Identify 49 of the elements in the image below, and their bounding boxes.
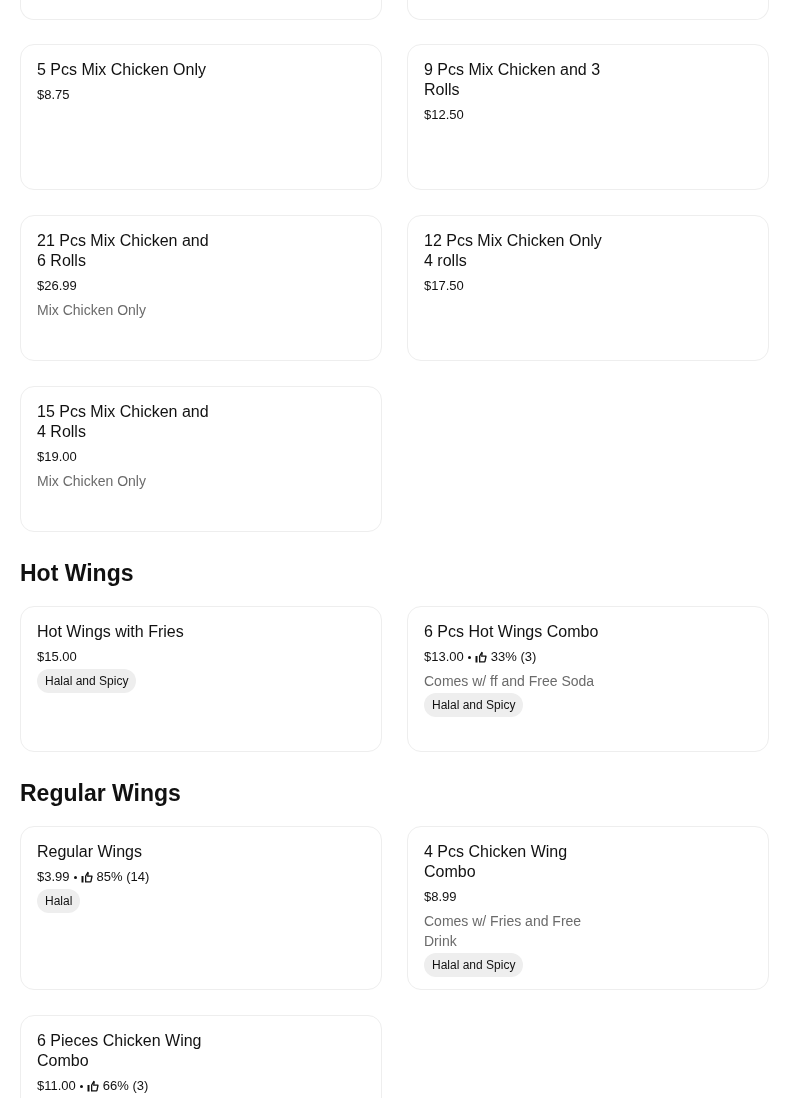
- menu-item-card[interactable]: 6 Pieces Chicken Wing Combo $11.00 66% (3): [20, 1015, 382, 1098]
- item-rating: 85% (14): [96, 868, 150, 886]
- separator-dot: [467, 655, 471, 659]
- item-name: 5 Pcs Mix Chicken Only: [37, 60, 207, 80]
- separator-dot: [73, 875, 77, 879]
- menu-item-card[interactable]: 4 Pcs Chicken Wing Combo $8.99 Comes w/ Fries and Free Drink Halal and Spicy: [407, 826, 769, 990]
- menu-item-card[interactable]: 9 Pcs Mix Chicken and 3 Rolls $12.50: [407, 44, 769, 190]
- item-name: 6 Pieces Chicken Wing Combo: [37, 1031, 203, 1071]
- separator-dot: [79, 1084, 83, 1088]
- dietary-tag: Halal and Spicy: [37, 669, 137, 693]
- dietary-tag: Halal and Spicy: [424, 693, 524, 717]
- thumbs-up-icon: [86, 1080, 99, 1092]
- item-description: Mix Chicken Only: [37, 301, 147, 320]
- item-name: 9 Pcs Mix Chicken and 3 Rolls: [424, 60, 602, 100]
- item-name: Regular Wings: [37, 842, 143, 862]
- item-price: $19.00: [37, 448, 77, 466]
- item-name: 6 Pcs Hot Wings Combo: [424, 622, 600, 642]
- dietary-tag: Halal: [37, 889, 81, 913]
- item-price: $12.50: [424, 106, 464, 124]
- item-price: $8.75: [37, 86, 70, 104]
- item-price: $13.00: [424, 648, 464, 666]
- thumbs-up-icon: [474, 651, 487, 663]
- item-description: Comes w/ Fries and Free Drink: [424, 912, 583, 951]
- item-price: $17.50: [424, 277, 464, 295]
- item-description: Comes w/ ff and Free Soda: [424, 672, 596, 691]
- menu-item-card[interactable]: 12 Pcs Mix Chicken Only 4 rolls $17.50: [407, 215, 769, 361]
- thumbs-up-icon: [80, 871, 93, 883]
- item-price: $11.00: [37, 1077, 76, 1095]
- menu-item-card[interactable]: 5 Pcs Mix Chicken Only $8.75: [20, 44, 382, 190]
- menu-item-card[interactable]: 21 Pcs Mix Chicken and 6 Rolls $26.99 Mix Chicken Only: [20, 215, 382, 361]
- item-price: $26.99: [37, 277, 77, 295]
- section-heading: Hot Wings: [20, 560, 135, 586]
- menu-item-card[interactable]: Regular Wings $3.99 85% (14) Halal: [20, 826, 382, 990]
- item-price: $8.99: [424, 888, 457, 906]
- item-name: 21 Pcs Mix Chicken and 6 Rolls: [37, 231, 210, 271]
- menu-item-card[interactable]: 15 Pcs Mix Chicken and 4 Rolls $19.00 Mix Chicken Only: [20, 386, 382, 532]
- item-name: 12 Pcs Mix Chicken Only 4 rolls: [424, 231, 603, 271]
- item-price: $15.00: [37, 648, 77, 666]
- item-name: Hot Wings with Fries: [37, 622, 185, 642]
- dietary-tag: Halal and Spicy: [424, 953, 524, 977]
- section-heading: Regular Wings: [20, 780, 182, 806]
- menu-item-card[interactable]: 6 Pcs Hot Wings Combo $13.00 33% (3) Comes w/ ff and Free Soda Halal and Spicy: [407, 606, 769, 752]
- item-rating: 33% (3): [490, 648, 537, 666]
- item-description: Mix Chicken Only: [37, 472, 147, 491]
- item-name: 15 Pcs Mix Chicken and 4 Rolls: [37, 402, 210, 442]
- item-price: $3.99: [37, 868, 70, 886]
- menu-item-card[interactable]: Hot Wings with Fries $15.00 Halal and Spicy: [20, 606, 382, 752]
- item-rating: 66% (3): [102, 1077, 149, 1095]
- item-name: 4 Pcs Chicken Wing Combo: [424, 842, 569, 882]
